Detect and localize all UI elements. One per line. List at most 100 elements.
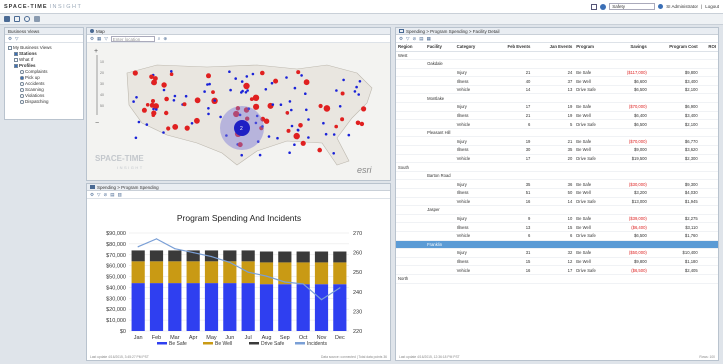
table-row[interactable]: Illness 13 15 Be Well ($6,400) $3,110	[396, 222, 718, 232]
table-row[interactable]: Barton Road	[396, 171, 718, 181]
checkbox[interactable]	[14, 64, 18, 68]
clear-icon[interactable]: ⊘	[413, 36, 417, 42]
grid-icon[interactable]	[591, 3, 598, 10]
incident-marker[interactable]	[132, 70, 138, 76]
facility-marker[interactable]	[208, 82, 211, 86]
share-icon[interactable]	[34, 16, 40, 22]
facility-marker[interactable]	[285, 76, 288, 79]
export-icon[interactable]: ▤	[419, 36, 423, 42]
facility-marker[interactable]	[245, 75, 249, 78]
incident-marker[interactable]	[194, 117, 200, 124]
incident-marker[interactable]	[285, 111, 290, 115]
facility-marker[interactable]	[296, 128, 300, 132]
incident-marker[interactable]	[164, 96, 169, 102]
facility-marker[interactable]	[279, 103, 283, 106]
incident-marker[interactable]	[318, 103, 323, 109]
table-row[interactable]: Pleasant Hill	[396, 128, 718, 138]
refresh-icon[interactable]	[24, 16, 30, 22]
facility-marker[interactable]	[293, 143, 296, 146]
clear-icon[interactable]: ⊘	[104, 192, 108, 198]
checkbox[interactable]	[8, 46, 12, 50]
facility-marker[interactable]	[206, 83, 209, 86]
table-row[interactable]: Injury 19 21 Be Safe ($70,000) $6,770	[396, 136, 718, 147]
facility-marker[interactable]	[246, 89, 249, 92]
facility-marker[interactable]	[219, 115, 222, 119]
incident-marker[interactable]	[161, 82, 167, 88]
facility-marker[interactable]	[207, 107, 210, 110]
facility-marker[interactable]	[190, 122, 194, 125]
filter-icon[interactable]: ▽	[104, 36, 107, 42]
incident-marker[interactable]	[298, 123, 303, 128]
facility-marker[interactable]	[338, 105, 342, 108]
incident-marker[interactable]	[340, 117, 345, 122]
facility-marker[interactable]	[276, 136, 279, 140]
facility-marker[interactable]	[355, 85, 358, 89]
incident-marker[interactable]	[151, 110, 157, 116]
facility-marker[interactable]	[307, 118, 310, 121]
facility-marker[interactable]	[155, 108, 158, 111]
column-header[interactable]: Region	[396, 43, 426, 52]
settings-icon[interactable]: ⚙	[90, 192, 94, 198]
incident-marker[interactable]	[293, 132, 300, 140]
incident-marker[interactable]	[303, 79, 310, 86]
facility-marker[interactable]	[240, 91, 243, 94]
incident-marker[interactable]	[151, 79, 157, 86]
radio-button[interactable]	[20, 100, 24, 104]
table-row[interactable]: Montlake	[396, 93, 718, 104]
layout-icon[interactable]	[14, 16, 20, 22]
table-row[interactable]: Franklin	[396, 240, 718, 250]
facility-marker[interactable]	[324, 132, 328, 136]
facility-marker[interactable]	[300, 74, 303, 77]
checkbox[interactable]	[14, 58, 18, 62]
facility-marker[interactable]	[251, 72, 255, 76]
table-row[interactable]: Illness 30 35 Be Well $9,000 $3,620	[396, 145, 718, 155]
facility-marker[interactable]	[288, 151, 291, 154]
radio-button[interactable]	[20, 76, 24, 80]
table-row[interactable]: Vehicle 6 5 Drive Safe $6,500 $2,100	[396, 119, 718, 129]
incident-marker[interactable]	[253, 103, 260, 110]
incident-marker[interactable]	[263, 118, 270, 124]
tree-item[interactable]: Dispatching	[8, 99, 80, 105]
incident-marker[interactable]	[260, 70, 265, 76]
facility-marker[interactable]	[228, 70, 231, 73]
incident-marker[interactable]	[182, 102, 187, 107]
facility-marker[interactable]	[152, 107, 155, 111]
incident-marker[interactable]	[206, 73, 211, 79]
radio-button[interactable]	[20, 94, 24, 98]
checkbox[interactable]	[14, 52, 18, 56]
facility-marker[interactable]	[332, 133, 336, 136]
incident-marker[interactable]	[166, 126, 171, 131]
facility-marker[interactable]	[290, 108, 293, 112]
facility-marker[interactable]	[184, 94, 188, 98]
radio-button[interactable]	[20, 88, 24, 92]
dashboard-select[interactable]: Safety	[609, 3, 656, 10]
facility-marker[interactable]	[290, 124, 294, 128]
incident-marker[interactable]	[334, 124, 338, 129]
table-row[interactable]: Illness 51 50 Be Well $3,200 $4,030	[396, 188, 718, 198]
search-icon[interactable]: ⌕	[158, 36, 161, 41]
zoom-out-icon[interactable]: −	[95, 120, 99, 127]
facility-marker[interactable]	[271, 103, 275, 106]
facility-marker[interactable]	[207, 112, 210, 116]
user-name[interactable]: SI Administrator	[666, 4, 698, 9]
map-canvas[interactable]: + − 10 20 30 40 50 2 SPACE-TIME INSIGHT esri	[87, 43, 390, 180]
filter-icon[interactable]: ▽	[15, 36, 18, 42]
incident-marker[interactable]	[151, 99, 155, 103]
table-row[interactable]: South	[396, 162, 718, 172]
facility-marker[interactable]	[229, 88, 232, 92]
incident-marker[interactable]	[355, 120, 361, 126]
column-header[interactable]: Program	[574, 43, 612, 52]
table-row[interactable]: Illness 40 37 Be Well $6,600 $3,400	[396, 76, 718, 86]
incident-marker[interactable]	[323, 105, 331, 112]
facility-marker[interactable]	[305, 108, 308, 112]
table-row[interactable]: Vehicle 6 6 Drive Safe $6,500 $1,760	[396, 231, 718, 241]
incident-marker[interactable]	[286, 128, 291, 133]
column-header[interactable]: ROI	[699, 43, 718, 52]
column-header[interactable]: Program Cost	[648, 43, 700, 52]
facility-marker[interactable]	[332, 152, 335, 155]
incident-marker[interactable]	[194, 97, 201, 104]
table-row[interactable]: Injury 35 36 Be Safe ($30,000) $9,300	[396, 179, 718, 189]
table-row[interactable]: Illness 21 19 Be Well $6,400 $3,400	[396, 111, 718, 121]
facility-marker[interactable]	[132, 100, 135, 103]
layers-icon[interactable]: ▦	[97, 36, 101, 42]
